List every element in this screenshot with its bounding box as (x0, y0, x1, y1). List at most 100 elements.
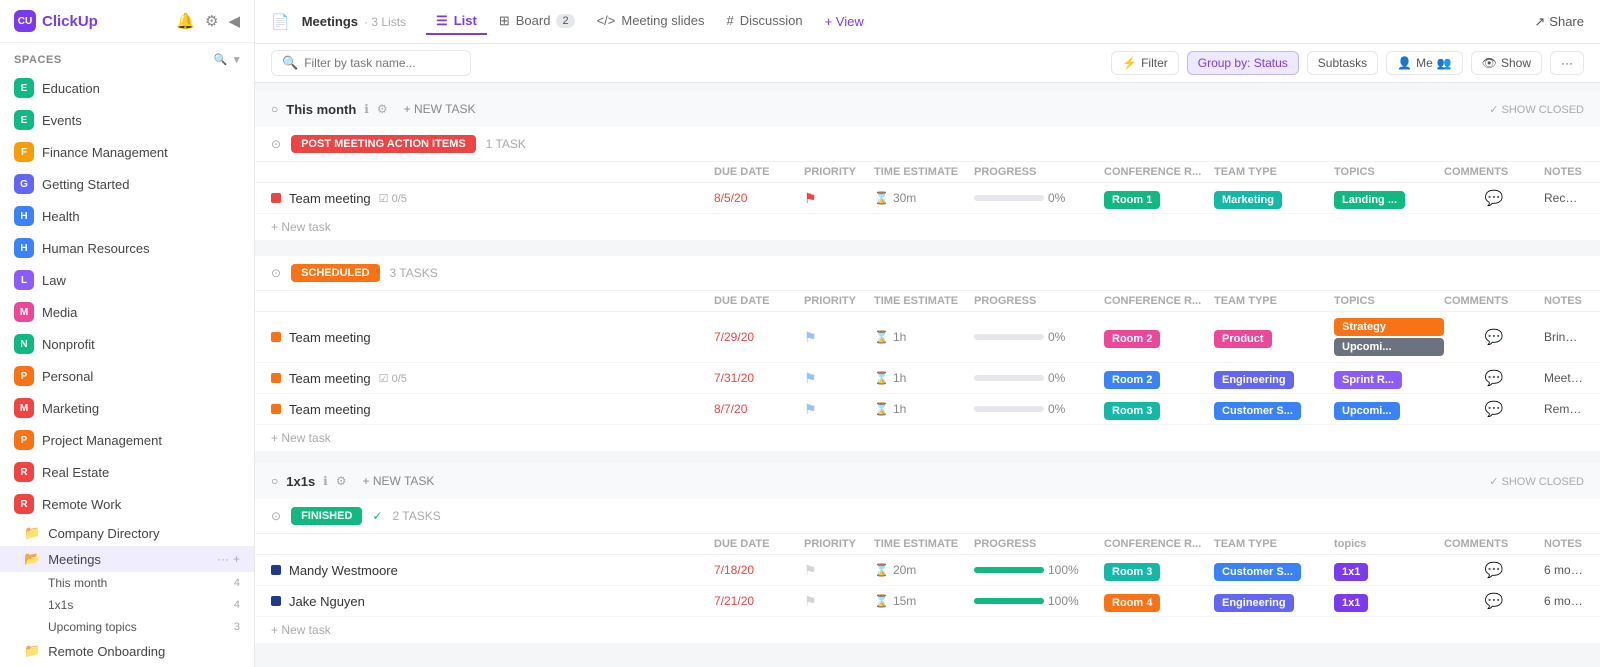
sidebar-item-finance[interactable]: F Finance Management (0, 136, 254, 168)
priority-flag: ⚑ (804, 329, 817, 346)
finished-toggle[interactable]: ⊙ (271, 509, 281, 523)
tab-group: ☰ List ⊞ Board 2 </> Meeting slides # Di… (426, 9, 874, 35)
show-button[interactable]: 👁 Show (1471, 51, 1542, 75)
post-meeting-toggle[interactable]: ⊙ (271, 137, 281, 151)
sidebar-icons: 🔔 ⚙ ◀ (176, 12, 240, 30)
folder-remote-onboarding[interactable]: 📁 Remote Onboarding (0, 638, 254, 664)
table-row: Team meeting 7/29/20 ⚑ ⌛1h 0% Room 2 Pro… (255, 312, 1600, 363)
search-icon[interactable]: 🔍 (214, 53, 228, 66)
comment-icon[interactable]: 💬 (1485, 400, 1504, 418)
sub-item-upcoming-topics[interactable]: Upcoming topics 3 (0, 616, 254, 638)
share-button[interactable]: ↗ Share (1534, 14, 1584, 30)
scheduled-toggle[interactable]: ⊙ (271, 266, 281, 280)
filter-button[interactable]: ⚡ Filter (1111, 51, 1179, 75)
sidebar-item-human-resources[interactable]: H Human Resources (0, 232, 254, 264)
board-icon: ⊞ (499, 13, 510, 29)
this-month-title: This month (286, 102, 356, 117)
gear-icon[interactable]: ⚙ (205, 12, 218, 30)
tab-discussion[interactable]: # Discussion (716, 9, 812, 34)
comment-icon[interactable]: 💬 (1485, 369, 1504, 387)
sub-item-1x1s[interactable]: 1x1s 4 (0, 594, 254, 616)
collapse-icon[interactable]: ◀ (228, 12, 240, 30)
filter-icon: ⚡ (1122, 56, 1137, 70)
comment-icon[interactable]: 💬 (1485, 189, 1504, 207)
add-task-row-3[interactable]: + New task (255, 617, 1600, 643)
folder-meetings[interactable]: 📂 Meetings ··· + (0, 546, 254, 572)
spaces-header: SPACES 🔍 ▾ (0, 43, 254, 72)
folder-company-directory[interactable]: 📁 Company Directory (0, 520, 254, 546)
add-icon[interactable]: + (233, 552, 240, 566)
tab-meeting-slides[interactable]: </> Meeting slides (587, 9, 715, 34)
more-icon[interactable]: ··· (217, 552, 229, 566)
sidebar-item-marketing[interactable]: M Marketing (0, 392, 254, 424)
breadcrumb: Meetings · 3 Lists (302, 14, 406, 29)
priority-flag: ⚑ (804, 593, 817, 610)
this-month-section: ○ This month ℹ ⚙ + NEW TASK ✓ SHOW CLOSE… (255, 91, 1600, 451)
logo: CU ClickUp (14, 10, 98, 32)
1x1s-toggle[interactable]: ○ (271, 474, 278, 488)
table-row: Team meeting 8/7/20 ⚑ ⌛1h 0% Room 3 Cust… (255, 394, 1600, 425)
me-button[interactable]: 👤 Me 👥 (1386, 51, 1463, 75)
show-closed-button-2[interactable]: ✓ SHOW CLOSED (1489, 475, 1584, 488)
logo-icon: CU (14, 10, 36, 32)
sub-item-this-month[interactable]: This month 4 (0, 572, 254, 594)
search-icon: 🔍 (282, 55, 298, 71)
post-meeting-badge: POST MEETING ACTION ITEMS (291, 135, 476, 153)
sidebar: CU ClickUp 🔔 ⚙ ◀ SPACES 🔍 ▾ E Education … (0, 0, 255, 667)
comment-icon[interactable]: 💬 (1485, 328, 1504, 346)
sidebar-item-health[interactable]: H Health (0, 200, 254, 232)
subtasks-button[interactable]: Subtasks (1307, 51, 1378, 75)
sidebar-item-remote-work[interactable]: R Remote Work (0, 488, 254, 520)
search-input[interactable] (304, 56, 444, 70)
toolbar: 🔍 ⚡ Filter Group by: Status Subtasks 👤 M… (255, 44, 1600, 83)
folder-icon: 📁 (24, 643, 40, 659)
comment-icon[interactable]: 💬 (1485, 561, 1504, 579)
folder-icon: 📁 (24, 525, 40, 541)
show-closed-button[interactable]: ✓ SHOW CLOSED (1489, 103, 1584, 116)
add-task-row-2[interactable]: + New task (255, 425, 1600, 451)
search-box[interactable]: 🔍 (271, 50, 471, 76)
1x1s-actions: ✓ SHOW CLOSED (1489, 475, 1584, 488)
settings-icon-2[interactable]: ⚙ (336, 474, 347, 488)
scheduled-count: 3 TASKS (390, 266, 438, 280)
more-options-button[interactable]: ··· (1550, 51, 1584, 75)
add-task-row[interactable]: + New task (255, 214, 1600, 240)
bell-icon[interactable]: 🔔 (176, 12, 195, 30)
table-row: Jake Nguyen 7/21/20 ⚑ ⌛15m 100% Room 4 E… (255, 586, 1600, 617)
1x1s-new-task[interactable]: + NEW TASK (355, 471, 443, 491)
sidebar-item-education[interactable]: E Education (0, 72, 254, 104)
list-icon: ☰ (436, 13, 448, 29)
comment-icon[interactable]: 💬 (1485, 592, 1504, 610)
group-by-button[interactable]: Group by: Status (1187, 51, 1299, 75)
settings-icon[interactable]: ⚙ (377, 102, 388, 116)
finished-count: 2 TASKS (392, 509, 440, 523)
sidebar-item-personal[interactable]: P Personal (0, 360, 254, 392)
chevron-icon[interactable]: ▾ (234, 53, 240, 66)
post-meeting-count: 1 TASK (486, 137, 526, 151)
table-row: Team meeting ☑ 0/5 7/31/20 ⚑ ⌛1h 0% Room… (255, 363, 1600, 394)
check-icon: ✓ (372, 509, 382, 523)
table-row: Team meeting ☑ 0/5 8/5/20 ⚑ ⌛30m 0% Room… (255, 183, 1600, 214)
sidebar-item-getting-started[interactable]: G Getting Started (0, 168, 254, 200)
this-month-new-task[interactable]: + NEW TASK (396, 99, 484, 119)
add-view-button[interactable]: + View (815, 10, 874, 33)
tab-list[interactable]: ☰ List (426, 9, 487, 35)
doc-icon: 📄 (271, 13, 290, 31)
sidebar-item-law[interactable]: L Law (0, 264, 254, 296)
priority-flag: ⚑ (804, 370, 817, 387)
sidebar-item-nonprofit[interactable]: N Nonprofit (0, 328, 254, 360)
app-name: ClickUp (42, 13, 98, 30)
sidebar-header: CU ClickUp 🔔 ⚙ ◀ (0, 0, 254, 43)
top-bar: 📄 Meetings · 3 Lists ☰ List ⊞ Board 2 </… (255, 0, 1600, 44)
sidebar-item-project-management[interactable]: P Project Management (0, 424, 254, 456)
tab-board[interactable]: ⊞ Board 2 (489, 9, 585, 35)
table-row: Mandy Westmoore 7/18/20 ⚑ ⌛20m 100% Room… (255, 555, 1600, 586)
sidebar-item-media[interactable]: M Media (0, 296, 254, 328)
sidebar-item-real-estate[interactable]: R Real Estate (0, 456, 254, 488)
this-month-actions: ✓ SHOW CLOSED (1489, 103, 1584, 116)
scheduled-badge: SCHEDULED (291, 264, 379, 282)
sidebar-item-events[interactable]: E Events (0, 104, 254, 136)
eye-icon: 👁 (1482, 56, 1497, 70)
main-panel: 📄 Meetings · 3 Lists ☰ List ⊞ Board 2 </… (255, 0, 1600, 667)
this-month-toggle[interactable]: ○ (271, 102, 278, 116)
